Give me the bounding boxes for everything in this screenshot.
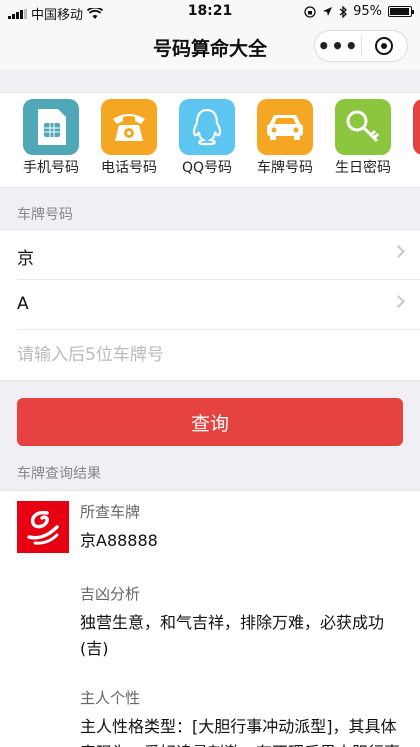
fortune-title: 吉凶分析 bbox=[80, 585, 141, 603]
category-qq-number[interactable]: QQ号码 bbox=[168, 99, 246, 177]
plate-input-row bbox=[17, 330, 420, 380]
rotation-lock-icon bbox=[304, 5, 316, 18]
category-partial-item[interactable] bbox=[402, 99, 420, 155]
province-value: 京 bbox=[17, 249, 34, 269]
close-icon bbox=[375, 37, 394, 55]
car-icon bbox=[257, 99, 313, 155]
close-button[interactable] bbox=[362, 37, 407, 55]
telephone-icon bbox=[101, 99, 157, 155]
app-logo-icon bbox=[17, 501, 69, 553]
category-strip[interactable]: 手机号码 电话号码 QQ号码 车牌号码 生日密码 bbox=[0, 92, 420, 188]
result-panel: 所查车牌 京A88888 吉凶分析 独营生意，和气吉祥，排除万难，必获成功(吉)… bbox=[0, 490, 420, 747]
bluetooth-icon bbox=[339, 5, 348, 18]
more-button[interactable]: ••• bbox=[315, 31, 361, 61]
personality-title: 主人个性 bbox=[80, 689, 141, 707]
letter-value: A bbox=[17, 294, 29, 314]
sim-card-icon bbox=[23, 99, 79, 155]
battery-icon bbox=[388, 6, 414, 17]
result-section-label: 车牌查询结果 bbox=[17, 466, 101, 482]
battery-fill bbox=[390, 8, 409, 15]
key-icon bbox=[335, 99, 391, 155]
personality-result-block: 主人个性 主人性格类型：[大胆行事冲动派型]，其具体表现为：爱好追寻刺激，有不理… bbox=[80, 687, 405, 747]
partial-tile-icon bbox=[413, 99, 420, 155]
category-license-plate[interactable]: 车牌号码 bbox=[246, 99, 324, 177]
province-picker[interactable]: 京 bbox=[17, 230, 420, 280]
chevron-right-icon bbox=[392, 295, 405, 308]
status-right: 95% bbox=[304, 4, 414, 19]
plate-number-input[interactable] bbox=[17, 338, 397, 372]
personality-text: 主人性格类型：[大胆行事冲动派型]，其具体表现为：爱好追寻刺激，有不理后果大胆行… bbox=[80, 717, 400, 747]
fortune-result-block: 吉凶分析 独营生意，和气吉祥，排除万难，必获成功(吉) bbox=[80, 583, 405, 662]
fortune-text: 独营生意，和气吉祥，排除万难，必获成功(吉) bbox=[80, 613, 385, 658]
query-button[interactable]: 查询 bbox=[17, 398, 403, 446]
plate-result-block: 所查车牌 京A88888 bbox=[80, 501, 405, 554]
letter-picker[interactable]: A bbox=[17, 280, 420, 330]
category-birthday-code[interactable]: 生日密码 bbox=[324, 99, 402, 177]
chevron-right-icon bbox=[392, 245, 405, 258]
category-label: 手机号码 bbox=[23, 160, 79, 176]
category-label: 电话号码 bbox=[101, 160, 157, 176]
battery-percent: 95% bbox=[353, 4, 382, 19]
category-label: 车牌号码 bbox=[257, 160, 313, 176]
category-telephone-number[interactable]: 电话号码 bbox=[90, 99, 168, 177]
qq-penguin-icon bbox=[179, 99, 235, 155]
form-section-label: 车牌号码 bbox=[17, 207, 73, 223]
status-bar: 中国移动 18:21 95% bbox=[0, 0, 420, 24]
plate-result-title: 所查车牌 bbox=[80, 503, 141, 521]
nav-bar: 号码算命大全 ••• bbox=[0, 24, 420, 70]
location-icon bbox=[323, 7, 333, 16]
plate-result-value: 京A88888 bbox=[80, 531, 158, 550]
category-phone-number[interactable]: 手机号码 bbox=[12, 99, 90, 177]
category-label: 生日密码 bbox=[335, 160, 391, 176]
category-label: QQ号码 bbox=[181, 160, 233, 176]
plate-form: 京 A bbox=[0, 229, 420, 381]
mini-program-capsule: ••• bbox=[314, 30, 408, 62]
